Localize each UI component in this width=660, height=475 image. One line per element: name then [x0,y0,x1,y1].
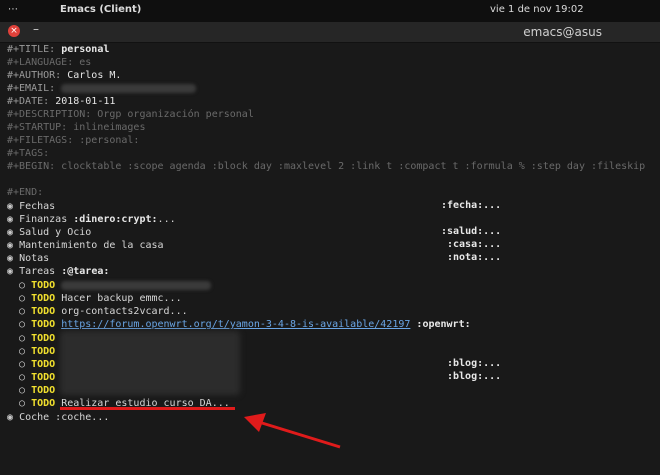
red-arrow-annotation [244,413,341,449]
